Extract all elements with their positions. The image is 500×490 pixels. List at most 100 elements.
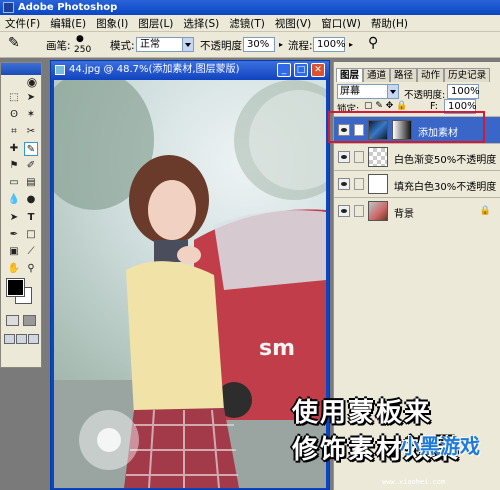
layer-row-white-fill[interactable]: 填充白色30%不透明度 — [334, 170, 500, 197]
layer-name: 白色渐变50%不透明度 — [394, 155, 497, 166]
foreground-color-swatch[interactable] — [6, 278, 25, 297]
lock-icon: 🔒 — [479, 206, 491, 216]
blend-mode-select[interactable]: 屏幕 — [337, 84, 399, 99]
link-slot — [354, 205, 364, 217]
mode-value: 正常 — [140, 39, 160, 50]
brand-logo: 小黑游戏 — [400, 434, 480, 458]
image-canvas[interactable]: sm — [54, 80, 326, 488]
layer-thumbnail — [368, 174, 388, 194]
opacity-arrow-icon[interactable]: ▸ — [279, 40, 283, 49]
tab-channels[interactable]: 通道 — [363, 68, 391, 82]
tab-paths[interactable]: 路径 — [390, 68, 418, 82]
photo-illustration: sm — [54, 80, 326, 488]
layer-row-background[interactable]: 背景 🔒 — [334, 197, 500, 224]
menu-select[interactable]: 选择(S) — [178, 16, 224, 31]
shape-tool-icon[interactable]: □ — [24, 228, 38, 242]
layer-thumbnail — [368, 201, 388, 221]
pen-tool-icon[interactable]: ✒ — [7, 228, 21, 242]
type-tool-icon[interactable]: T — [24, 211, 38, 225]
mode-select[interactable]: 正常 — [136, 37, 194, 52]
maximize-button[interactable]: □ — [294, 63, 308, 77]
link-slot — [354, 151, 364, 163]
zoom-tool-icon[interactable]: ⚲ — [24, 262, 38, 276]
menu-window[interactable]: 窗口(W) — [316, 16, 366, 31]
blend-mode-value: 屏幕 — [340, 86, 360, 97]
menu-layer[interactable]: 图层(L) — [133, 16, 178, 31]
document-title: 44.jpg @ 48.7%(添加素材,图层蒙版) — [69, 64, 240, 75]
eye-icon[interactable] — [338, 151, 350, 163]
menu-edit[interactable]: 编辑(E) — [45, 16, 91, 31]
minimize-button[interactable]: _ — [277, 63, 291, 77]
hand-tool-icon[interactable]: ✋ — [7, 262, 21, 276]
document-window: 44.jpg @ 48.7%(添加素材,图层蒙版) _ □ ✕ sm — [50, 60, 330, 490]
layer-name: 填充白色30%不透明度 — [394, 182, 497, 193]
move-tool-icon[interactable]: ➤ — [24, 91, 38, 105]
layer-opacity-field[interactable]: 100% — [447, 84, 480, 99]
chevron-down-icon — [387, 85, 398, 98]
mode-label: 模式: — [110, 40, 135, 52]
healing-brush-icon[interactable]: ✚ — [7, 142, 21, 156]
link-slot — [354, 178, 364, 190]
options-bar: ✎ 画笔: ● 250 模式: 正常 不透明度: 30% ▸ 流程: 100% … — [0, 32, 500, 58]
flow-field[interactable]: 100% — [313, 37, 346, 52]
opacity-field[interactable]: 30% — [243, 37, 275, 52]
opacity-value: 30% — [247, 39, 270, 50]
chevron-down-icon — [182, 38, 193, 51]
menu-image[interactable]: 图象(I) — [91, 16, 133, 31]
svg-text:sm: sm — [259, 336, 295, 361]
crop-tool-icon[interactable]: ⌗ — [7, 125, 21, 139]
tab-history[interactable]: 历史记录 — [444, 68, 491, 82]
layer-opacity-value: 100% — [451, 86, 480, 97]
eye-icon[interactable] — [338, 178, 350, 190]
marquee-tool-icon[interactable]: ⬚ — [7, 91, 21, 105]
tab-layers[interactable]: 图层 — [336, 68, 364, 82]
layer-thumbnail — [368, 147, 388, 167]
lasso-tool-icon[interactable]: ʘ — [7, 108, 21, 122]
flow-arrow-icon[interactable]: ▸ — [349, 40, 353, 49]
brush-preview-icon[interactable]: ● — [76, 34, 84, 44]
screen-mode-full-icon[interactable] — [28, 334, 39, 344]
site-url: www.xiaohei.com — [382, 478, 446, 486]
toolbox-header — [1, 63, 41, 75]
document-icon — [55, 65, 65, 75]
menu-file[interactable]: 文件(F) — [0, 16, 45, 31]
menu-filter[interactable]: 滤镜(T) — [224, 16, 270, 31]
layer-opacity-label: 不透明度: — [404, 90, 446, 101]
magic-wand-icon[interactable]: ✶ — [24, 108, 38, 122]
gradient-tool-icon[interactable]: ▤ — [24, 176, 38, 190]
tab-actions[interactable]: 动作 — [417, 68, 445, 82]
notes-tool-icon[interactable]: ▣ — [7, 245, 21, 259]
photoshop-logo-icon — [3, 2, 14, 13]
app-title: Adobe Photoshop — [18, 2, 118, 13]
brush-tool-selected-icon[interactable]: ✎ — [24, 142, 38, 156]
brush-size[interactable]: 250 — [74, 45, 91, 55]
panel-tabs: 图层 通道 路径 动作 历史记录 — [336, 68, 491, 82]
quick-mask-icon[interactable] — [23, 315, 36, 326]
standard-mode-icon[interactable] — [6, 315, 19, 326]
opacity-label: 不透明度: — [200, 40, 246, 52]
toolbox: ◉ ⬚ ➤ ʘ ✶ ⌗ ✂ ✚ ✎ ⚑ ✐ ▭ ▤ 💧 ● ➤ T ✒ □ ▣ … — [0, 62, 42, 368]
dodge-tool-icon[interactable]: ● — [24, 193, 38, 207]
menu-help[interactable]: 帮助(H) — [366, 16, 413, 31]
menu-view[interactable]: 视图(V) — [270, 16, 316, 31]
history-brush-icon[interactable]: ✐ — [24, 159, 38, 173]
lock-options-icon[interactable]: ▢ ✎ ✥ 🔒 — [364, 101, 407, 111]
blur-tool-icon[interactable]: 💧 — [7, 193, 21, 207]
screen-mode-standard-icon[interactable] — [4, 334, 15, 344]
path-select-icon[interactable]: ➤ — [7, 211, 21, 225]
clone-stamp-icon[interactable]: ⚑ — [7, 159, 21, 173]
layer-row-white-gradient[interactable]: 白色渐变50%不透明度 — [334, 143, 500, 170]
slice-tool-icon[interactable]: ✂ — [24, 125, 38, 139]
caption-line-1: 使用蒙板来 — [292, 398, 433, 428]
flow-value: 100% — [317, 39, 346, 50]
brush-tool-icon[interactable]: ✎ — [8, 35, 20, 51]
eye-icon[interactable] — [338, 205, 350, 217]
adobe-online-icon[interactable]: ◉ — [25, 75, 39, 89]
eraser-tool-icon[interactable]: ▭ — [7, 176, 21, 190]
flow-label: 流程: — [288, 40, 313, 52]
airbrush-icon[interactable]: ⚲ — [368, 35, 378, 51]
close-button[interactable]: ✕ — [311, 63, 325, 77]
eyedropper-icon[interactable]: ⟋ — [24, 245, 38, 259]
highlight-box — [328, 111, 485, 143]
screen-mode-menu-icon[interactable] — [16, 334, 27, 344]
